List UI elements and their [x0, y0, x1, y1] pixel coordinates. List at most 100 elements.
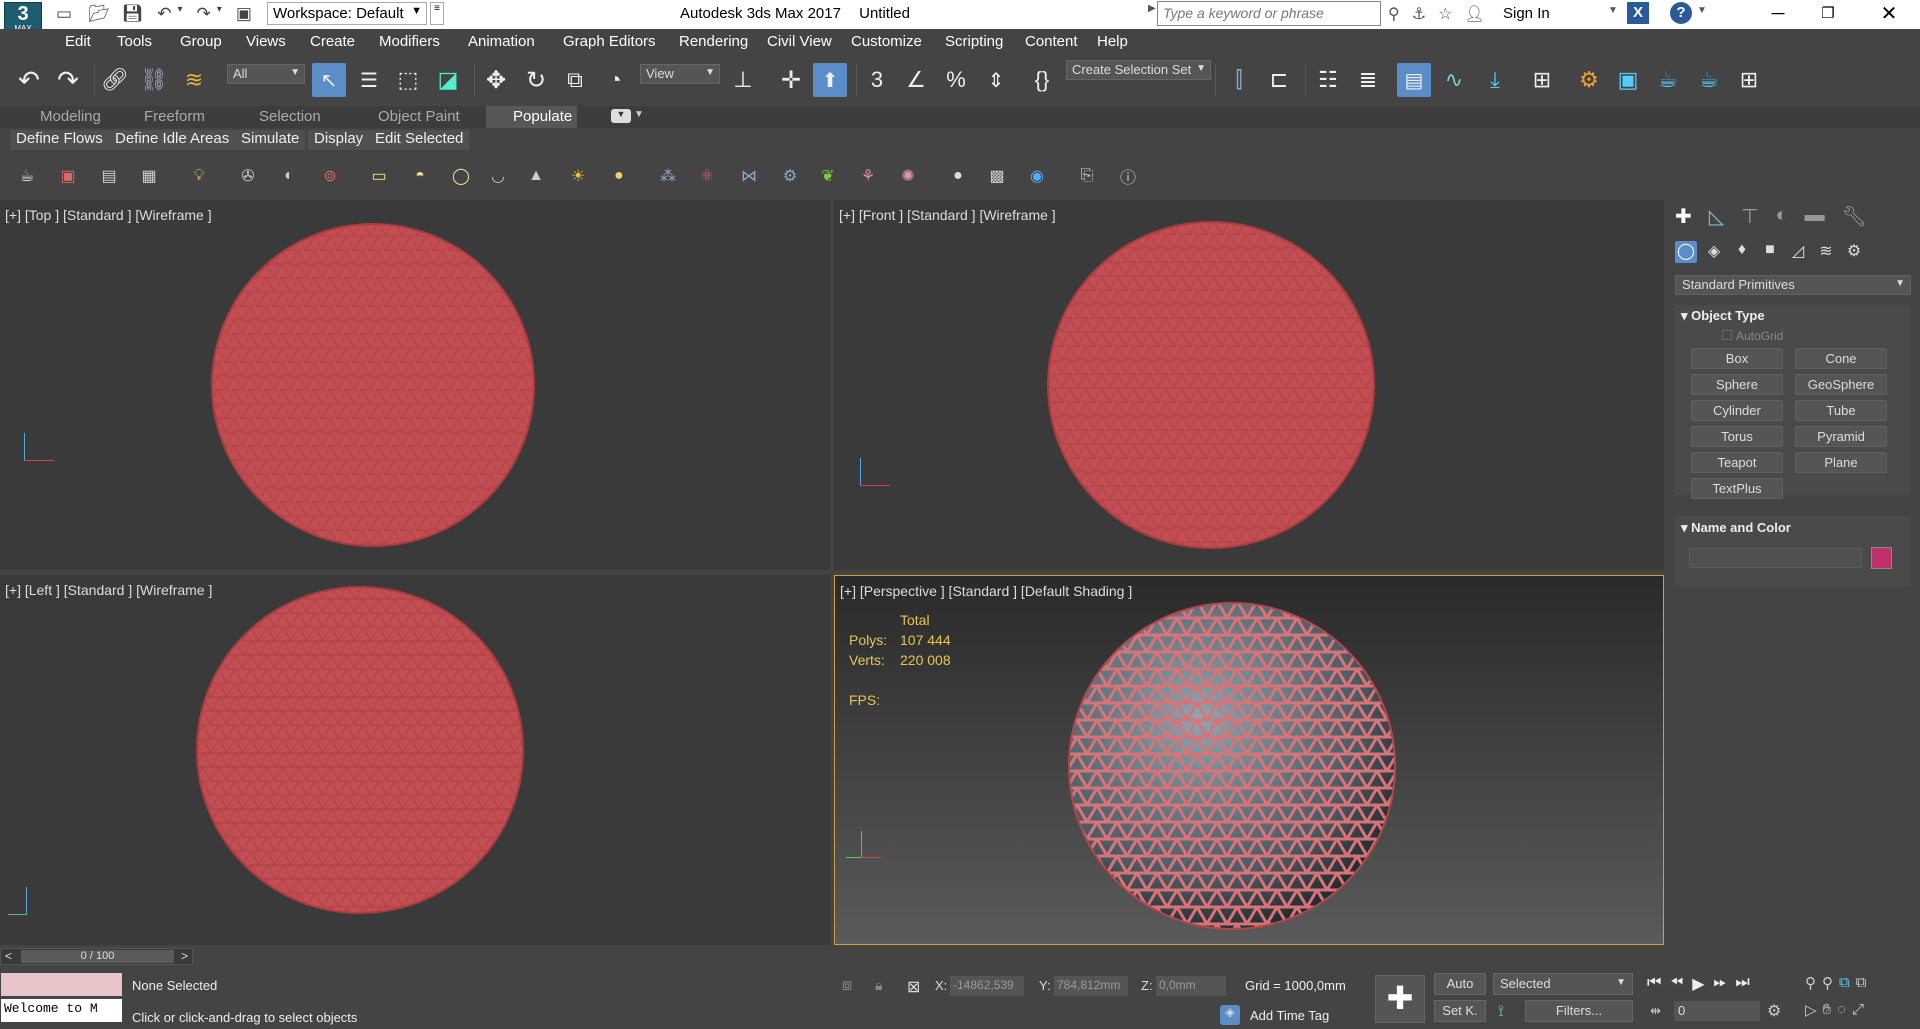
key-filter-dropdown[interactable]: Selected ▼	[1493, 973, 1633, 995]
sky-icon[interactable]: ●	[607, 164, 631, 188]
plane-primitive-icon[interactable]: ▭	[367, 164, 391, 188]
undo-icon[interactable]: ↶	[12, 63, 46, 97]
place-icon[interactable]: ◔	[598, 63, 632, 97]
workspace-dropdown[interactable]: Workspace: Default ▼	[267, 2, 427, 25]
cloth-icon[interactable]: ✺	[896, 164, 920, 188]
menu-civil-view[interactable]: Civil View	[767, 33, 832, 50]
hair-icon[interactable]: ❦	[816, 164, 840, 188]
window-crossing-icon[interactable]: ◪	[431, 63, 465, 97]
align-icon[interactable]: ⊏	[1262, 63, 1296, 97]
menu-animation[interactable]: Animation	[468, 33, 535, 50]
mirror-icon[interactable]: ⫿	[1222, 63, 1256, 97]
keyboard-shortcut-override-icon[interactable]: ⬆	[813, 63, 847, 97]
auto-key-button[interactable]: Auto	[1434, 973, 1486, 995]
communication-icon[interactable]: ⚓︎	[1412, 4, 1426, 24]
tab-selection[interactable]: Selection	[259, 108, 321, 125]
menu-graph-editors[interactable]: Graph Editors	[563, 33, 656, 50]
reference-coordinate-dropdown[interactable]: View ▼	[640, 64, 720, 84]
menu-edit[interactable]: Edit	[65, 33, 91, 50]
clipboard-icon[interactable]: ⎘	[1075, 164, 1099, 188]
open-file-icon[interactable]: 📂︎	[88, 4, 110, 24]
layer-explorer-icon[interactable]: ≣	[1351, 63, 1385, 97]
maxscript-mini-listener-top[interactable]	[1, 973, 122, 996]
zoom-icon[interactable]: ⚲	[1805, 974, 1816, 992]
menu-help[interactable]: Help	[1097, 33, 1128, 50]
tab-freeform[interactable]: Freeform	[144, 108, 205, 125]
select-by-name-icon[interactable]: ☰	[352, 63, 386, 97]
display-tab-icon[interactable]: ▬	[1805, 204, 1825, 229]
help-dropdown-icon[interactable]: ▼	[1697, 5, 1707, 16]
viewport-perspective[interactable]: [+] [Perspective ] [Standard ] [Default …	[834, 575, 1664, 945]
pyramid-button[interactable]: Pyramid	[1795, 426, 1887, 447]
filters-button[interactable]: Filters...	[1525, 1000, 1633, 1022]
undo-icon[interactable]: ↶	[157, 4, 171, 24]
time-slider[interactable]: < 0 / 100 >	[0, 948, 193, 965]
geosphere-button[interactable]: GeoSphere	[1795, 374, 1887, 395]
material-sphere-icon[interactable]: ●	[946, 164, 970, 188]
viewport-label[interactable]: [+] [Left ] [Standard ] [Wireframe ]	[5, 582, 212, 598]
pan-icon[interactable]: ✋︎	[1823, 1001, 1832, 1019]
key-mode-toggle-icon[interactable]: ⇹	[1650, 1003, 1661, 1019]
teapot-icon[interactable]: ☕︎	[15, 164, 39, 188]
set-key-button[interactable]: Set K.	[1434, 1000, 1486, 1022]
snaps-toggle-icon[interactable]: 3	[860, 63, 894, 97]
cylinder-button[interactable]: Cylinder	[1691, 400, 1783, 421]
hierarchy-tab-icon[interactable]: ⊤	[1741, 204, 1758, 229]
viewport-label[interactable]: [+] [Front ] [Standard ] [Wireframe ]	[839, 207, 1056, 223]
user-icon[interactable]: 👤︎	[1464, 4, 1484, 24]
go-to-end-icon[interactable]: ⏭	[1735, 974, 1749, 994]
x-coordinate-field[interactable]: -14862,539	[950, 976, 1024, 996]
z-coordinate-field[interactable]: 0,0mm	[1156, 976, 1226, 996]
curve-editor-icon[interactable]: ∿	[1437, 63, 1471, 97]
time-configuration-icon[interactable]: ⚙	[1767, 1001, 1781, 1021]
sun-icon[interactable]: ☀	[566, 164, 590, 188]
torus-button[interactable]: Torus	[1691, 426, 1783, 447]
tab-populate[interactable]: Populate	[486, 106, 577, 128]
menu-views[interactable]: Views	[246, 33, 286, 50]
help-icon[interactable]: ?	[1670, 2, 1692, 24]
scale-icon[interactable]: ⧉	[558, 63, 592, 97]
rendered-frame-window-icon[interactable]: ▣	[1611, 63, 1645, 97]
lock-icon[interactable]: 🔒︎	[875, 977, 882, 994]
teapot-button[interactable]: Teapot	[1691, 452, 1783, 473]
category-dropdown[interactable]: Standard Primitives ▼	[1675, 275, 1911, 295]
select-object-icon[interactable]: ↖	[312, 63, 346, 97]
binoculars-icon[interactable]: ⚲	[1388, 4, 1400, 24]
render-production-icon[interactable]: ☕︎	[1651, 63, 1685, 97]
link-icon[interactable]: 🔗︎	[98, 63, 132, 97]
motion-tab-icon[interactable]: ◐	[1776, 204, 1788, 229]
menu-group[interactable]: Group	[180, 33, 222, 50]
hemisphere-icon[interactable]: ◓	[408, 164, 432, 188]
display-button[interactable]: Display	[308, 130, 370, 150]
film-icon[interactable]: ▣	[56, 164, 80, 188]
select-manipulate-icon[interactable]: ✛	[774, 63, 808, 97]
sphere-button[interactable]: Sphere	[1691, 374, 1783, 395]
scene-explorer-icon[interactable]: ☷	[1311, 63, 1345, 97]
hf-icon[interactable]: ⚘	[856, 164, 880, 188]
percent-snap-icon[interactable]: %	[939, 63, 973, 97]
utilities-tab-icon[interactable]: 🔧︎	[1842, 204, 1867, 229]
helper-icon[interactable]: ◐	[277, 164, 301, 188]
rectangular-selection-icon[interactable]: ⬚	[391, 63, 425, 97]
help-circle-icon[interactable]: ⓘ	[1116, 164, 1140, 188]
document-icon[interactable]: ▤	[97, 164, 121, 188]
edit-named-selection-icon[interactable]: {}	[1025, 63, 1059, 97]
play-icon[interactable]: ▶	[1692, 974, 1704, 994]
cone-button[interactable]: Cone	[1795, 348, 1887, 369]
y-coordinate-field[interactable]: 784,812mm	[1054, 976, 1128, 996]
project-folder-icon[interactable]: ▣	[236, 4, 252, 24]
zoom-extents-all-icon[interactable]: ⧉	[1856, 974, 1867, 992]
define-idle-areas-button[interactable]: Define Idle Areas	[109, 130, 236, 150]
zoom-extents-icon[interactable]: ⧉	[1839, 974, 1850, 992]
viewport-left[interactable]: [+] [Left ] [Standard ] [Wireframe ]	[0, 575, 830, 945]
molecule-icon[interactable]: ⚛	[695, 164, 719, 188]
rotate-icon[interactable]: ↻	[519, 63, 553, 97]
viewport-label[interactable]: [+] [Perspective ] [Standard ] [Default …	[840, 583, 1132, 599]
current-frame-field[interactable]: 0	[1674, 1001, 1760, 1021]
render-setup-icon[interactable]: ⚙	[1572, 63, 1606, 97]
menu-content[interactable]: Content	[1025, 33, 1078, 50]
viewport-front[interactable]: [+] [Front ] [Standard ] [Wireframe ]	[834, 200, 1664, 570]
viewport-label[interactable]: [+] [Top ] [Standard ] [Wireframe ]	[5, 207, 212, 223]
space-warps-icon[interactable]: ≋	[1815, 241, 1837, 263]
ribbon-options-icon[interactable]: ▼	[611, 109, 631, 123]
